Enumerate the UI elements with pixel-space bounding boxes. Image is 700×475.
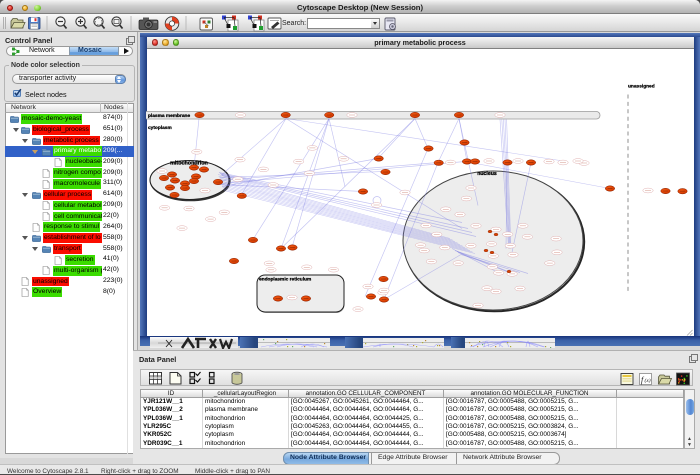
svg-text:mitochondrion: mitochondrion — [170, 160, 208, 166]
svg-text:cytoplasm: cytoplasm — [148, 125, 172, 131]
svg-text:unassigned: unassigned — [628, 83, 655, 89]
svg-text:(x): (x) — [645, 377, 651, 384]
svg-text:plasma membrane: plasma membrane — [148, 113, 190, 119]
svg-text:nucleus: nucleus — [477, 171, 497, 177]
svg-text:endoplasmic reticulum: endoplasmic reticulum — [259, 276, 311, 282]
